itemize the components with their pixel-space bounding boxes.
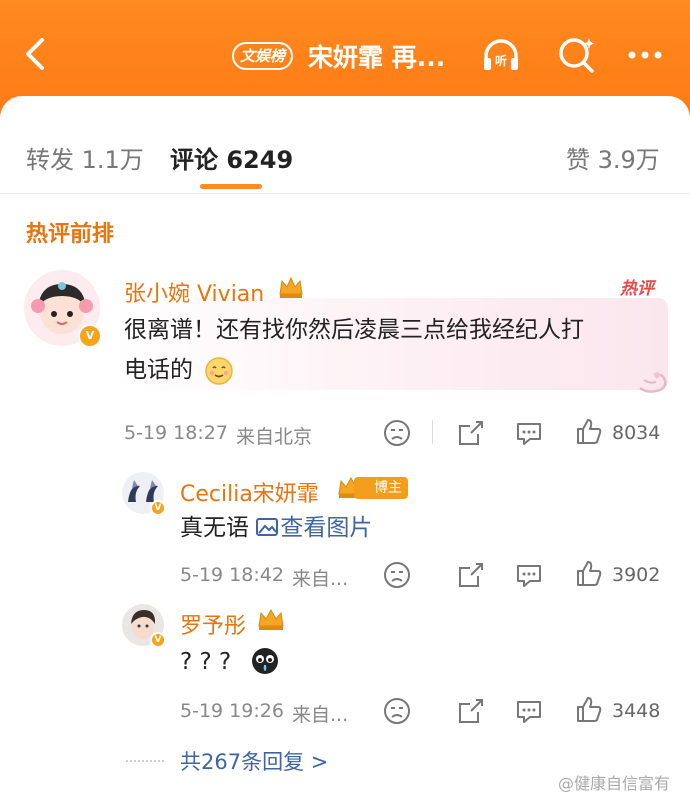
reply-icon[interactable] — [514, 560, 544, 590]
more-icon[interactable] — [624, 34, 666, 76]
back-arrow-icon[interactable] — [18, 34, 50, 74]
comment-username[interactable]: 张小婉 Vivian — [124, 276, 264, 308]
tab-active-indicator — [200, 184, 262, 189]
more-replies-link[interactable]: 共267条回复 > — [180, 746, 328, 776]
reply-time: 5-19 19:26 — [180, 700, 284, 722]
image-icon — [256, 518, 279, 536]
reply-icon[interactable] — [514, 696, 544, 726]
reply-text: 真无语 查看图片 — [180, 508, 372, 548]
reply-username[interactable]: Cecilia宋妍霏 — [180, 476, 319, 508]
like-icon[interactable] — [574, 558, 604, 588]
reply-text: ? ? ? — [180, 649, 232, 675]
reply-location: 来自... — [292, 704, 349, 726]
reply-location: 来自... — [292, 568, 349, 590]
hot-comment-label: 热评 — [620, 279, 654, 299]
crown-badge-icon — [279, 276, 303, 298]
like-icon[interactable] — [574, 416, 604, 446]
share-icon[interactable] — [456, 418, 486, 448]
comment-location: 来自北京 — [236, 426, 313, 448]
like-count: 8034 — [612, 422, 661, 444]
divider — [432, 420, 433, 444]
crying-emoji-icon — [252, 648, 278, 674]
reply-time: 5-19 18:42 — [180, 564, 284, 586]
swan-decoration-icon — [639, 372, 667, 393]
comment-text-line1: 很离谱！还有找你然后凌晨三点给我经纪人打 — [124, 317, 584, 343]
reply-username[interactable]: 罗予彤 — [180, 608, 246, 640]
search-icon[interactable] — [556, 34, 598, 76]
tab-comments[interactable]: 评论 6249 — [170, 140, 293, 175]
tab-bar: 转发 1.1万 评论 6249 赞 3.9万 — [0, 118, 690, 194]
verified-badge-icon: V — [78, 324, 102, 348]
like-icon[interactable] — [574, 694, 604, 724]
blogger-tag: 博主 — [354, 477, 408, 499]
share-icon[interactable] — [456, 560, 486, 590]
reply-text-content: 真无语 — [180, 515, 257, 541]
view-image-link[interactable]: 查看图片 — [256, 515, 372, 541]
svg-text:听: 听 — [495, 53, 507, 68]
verified-badge-icon: V — [150, 632, 166, 648]
crown-badge-icon — [258, 608, 284, 630]
comment-time: 5-19 18:27 — [124, 422, 228, 444]
smile-emoji-icon — [205, 357, 233, 385]
dislike-icon[interactable] — [382, 696, 412, 726]
like-count: 3902 — [612, 564, 661, 586]
listen-icon[interactable]: 听 — [480, 34, 522, 76]
comment-text-line2: 电话的 — [124, 357, 193, 383]
tab-likes[interactable]: 赞 3.9万 — [566, 140, 660, 175]
watermark: @健康自信富有 — [558, 774, 671, 793]
verified-badge-icon: V — [150, 500, 166, 516]
page-title: 宋妍霏 再... — [308, 43, 446, 72]
dislike-icon[interactable] — [382, 418, 412, 448]
like-count: 3448 — [612, 700, 661, 722]
section-title: 热评前排 — [26, 222, 115, 247]
dislike-icon[interactable] — [382, 560, 412, 590]
share-icon[interactable] — [456, 696, 486, 726]
reply-icon[interactable] — [514, 418, 544, 448]
brand-badge[interactable]: 文娱榜 — [232, 42, 294, 70]
tab-reposts[interactable]: 转发 1.1万 — [26, 140, 144, 175]
view-image-label: 查看图片 — [280, 515, 373, 541]
divider — [126, 760, 164, 762]
